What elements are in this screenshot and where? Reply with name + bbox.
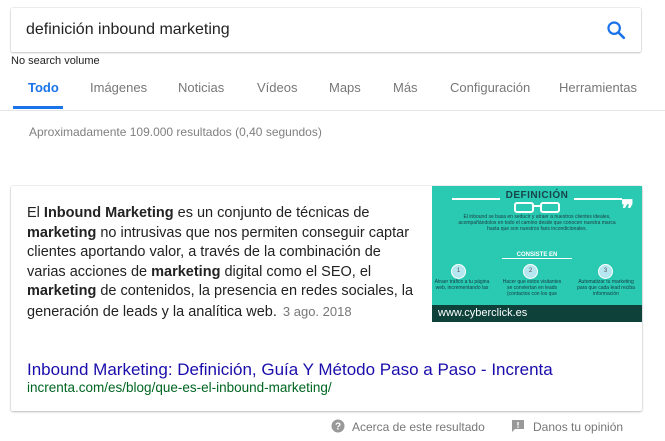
search-input[interactable]: definición inbound marketing [26,21,230,39]
snippet-text-part: Inbound Marketing [43,205,174,221]
tab-videos[interactable]: Vídeos [257,80,297,95]
image-intro: El inbound se basa en seducir y atraer a… [458,214,616,232]
snippet-date: 3 ago. 2018 [282,303,352,319]
search-volume-note: No search volume [11,55,100,67]
active-tab-indicator [13,106,63,109]
svg-text:?: ? [335,422,341,433]
step-number: 3 [598,264,613,279]
step-text: Hacer que estos visitantes se conviertan… [502,279,562,297]
image-watermark: www.cyberclick.es [432,305,642,322]
snippet-text-part: es un conjunto de técnicas de [173,205,370,221]
snippet-text-part: digital como el SEO, el [220,263,372,280]
glasses-icon [514,202,560,213]
snippet-image[interactable]: DEFINICIÓN ❞ El inbound se basa en seduc… [432,186,642,322]
tab-todo[interactable]: Todo [28,80,59,95]
tab-herramientas[interactable]: Herramientas [559,80,637,95]
featured-snippet-text: El Inbound Marketing es un conjunto de t… [27,204,417,322]
about-result-link[interactable]: Acerca de este resultado [352,420,485,434]
search-icon[interactable] [605,19,627,41]
step-number: 2 [523,264,538,279]
image-subheading: CONSISTE EN [502,252,572,259]
step-text: Atraer tráfico a tu página web, incremen… [434,279,490,291]
step-number: 1 [451,264,466,279]
results-stats: Aproximadamente 109.000 resultados (0,40… [29,125,322,139]
tab-mas[interactable]: Más [393,80,418,95]
snippet-text-part: marketing [27,283,97,299]
image-divider [452,198,500,200]
tab-noticias[interactable]: Noticias [178,80,224,95]
quote-icon: ❞ [621,194,634,223]
snippet-text-part: El [27,205,44,221]
snippet-text-part: marketing [151,263,221,280]
tab-maps[interactable]: Maps [329,80,361,95]
help-icon[interactable]: ? [331,419,345,433]
snippet-text-part: marketing [27,224,97,241]
step-text: Automatizar tu marketing para que cada l… [577,279,635,297]
result-title-link[interactable]: Inbound Marketing: Definición, Guía Y Mé… [27,360,553,380]
feedback-link[interactable]: Danos tu opinión [533,420,623,434]
featured-snippet-card: El Inbound Marketing es un conjunto de t… [11,186,642,411]
tabs-divider [0,110,665,111]
feedback-icon[interactable] [511,419,525,433]
search-box[interactable]: definición inbound marketing [11,8,641,52]
image-divider [574,198,622,200]
result-url[interactable]: increnta.com/es/blog/que-es-el-inbound-m… [27,380,332,395]
tab-imagenes[interactable]: Imágenes [90,80,147,95]
tab-configuracion[interactable]: Configuración [450,80,530,95]
search-tabs: Todo Imágenes Noticias Vídeos Maps Más C… [0,78,665,110]
